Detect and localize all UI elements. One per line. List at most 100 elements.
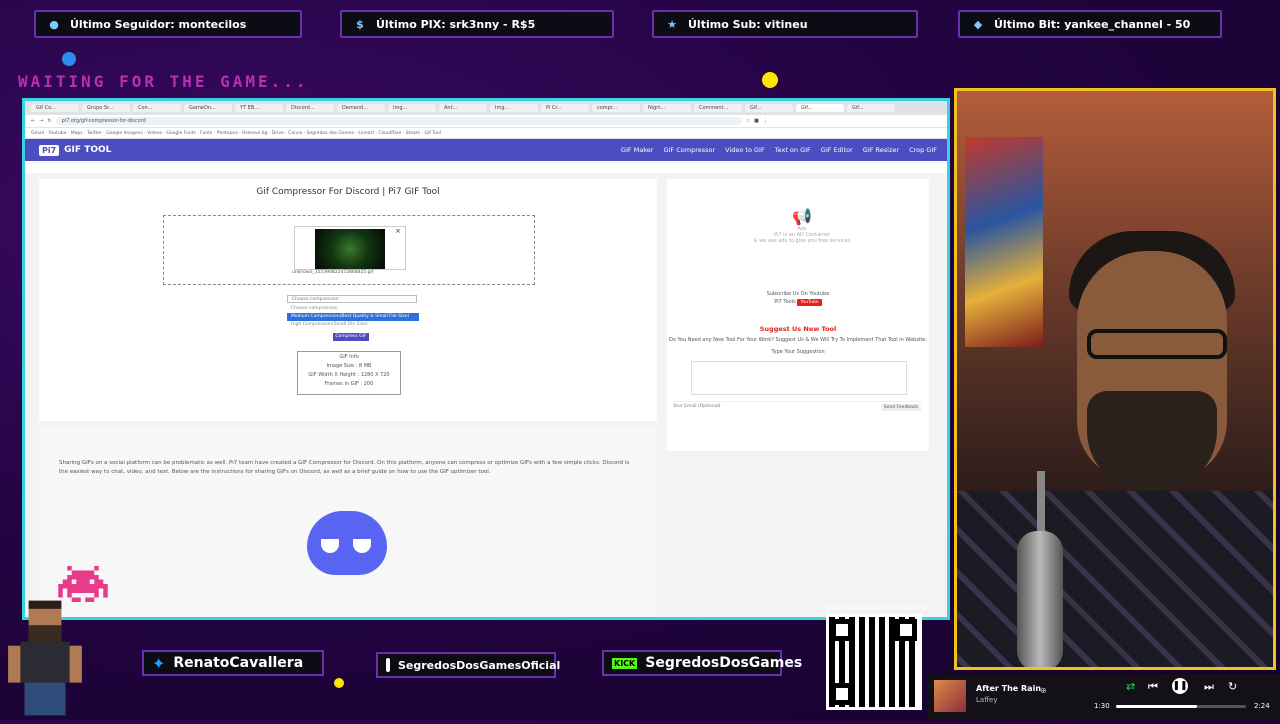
address-bar[interactable]: pi7.org/gif-compressor-for-discord — [55, 117, 742, 125]
megaphone-icon: 📢 — [792, 207, 812, 226]
browser-tab[interactable]: Nigrt... — [643, 104, 691, 112]
gif-thumbnail — [315, 229, 385, 269]
browser-tab[interactable]: Gif... — [745, 104, 793, 112]
elapsed-time: 1:30 — [1094, 702, 1110, 710]
instagram-icon — [386, 658, 390, 672]
track-artist: Laffey — [976, 696, 998, 704]
reload-icon[interactable]: ↻ — [47, 118, 51, 124]
pixel-avatar — [4, 596, 86, 720]
twitter-icon: ✦ — [152, 653, 166, 673]
browser-tab[interactable]: Comment... — [694, 104, 742, 112]
qr-finder — [831, 619, 853, 641]
streamer-shirt — [957, 491, 1273, 667]
dropdown-option-selected[interactable]: Medium Compression(Best Quality & Small … — [287, 313, 419, 321]
nav-link[interactable]: Crop GIF — [909, 146, 937, 154]
repeat-icon[interactable]: ↻ — [1228, 680, 1237, 693]
progress-fill — [1116, 705, 1197, 708]
browser-tab[interactable]: compr... — [592, 104, 640, 112]
blue-dot-decoration — [62, 52, 76, 66]
browser-tab[interactable]: YT EB... — [235, 104, 283, 112]
gif-info-frames: Frames in GIF : 200 — [324, 381, 374, 387]
diamond-icon: ◆ — [973, 17, 983, 31]
nav-link[interactable]: GIF Compressor — [663, 146, 715, 154]
alert-last-follower: ● Último Seguidor: montecilos — [34, 10, 302, 38]
nav-links: GIF Maker GIF Compressor Video to GIF Text … — [621, 146, 937, 154]
nav-link[interactable]: GIF Maker — [621, 146, 654, 154]
discord-eye-left — [321, 539, 339, 553]
suggestion-textarea[interactable] — [691, 361, 907, 395]
twitter-badge: ✦ RenatoCavallera — [142, 650, 324, 676]
alert-sub-text: Último Sub: vitineu — [688, 17, 808, 31]
send-feedback-button[interactable]: Send Feedback — [880, 404, 921, 411]
upload-dropzone[interactable]: × unknown_155390822472868825.gif — [163, 215, 535, 285]
extensions-icon[interactable]: ■ — [754, 118, 759, 124]
browser-tab[interactable]: Gif Co... — [31, 104, 79, 112]
sidebar-card: 📢 Ads Pi7 is an AD Container & we use ad… — [667, 179, 929, 451]
shuffle-icon[interactable]: ⇄ — [1126, 680, 1135, 693]
compress-button[interactable]: Compress GIF — [333, 333, 369, 341]
suggest-title: Suggest Us New Tool — [759, 325, 837, 333]
next-icon[interactable]: ⏭ — [1204, 680, 1214, 694]
back-icon[interactable]: ← — [31, 118, 35, 124]
user-icon: ● — [49, 17, 59, 31]
twitter-handle: RenatoCavallera — [173, 655, 304, 671]
browser-tab[interactable]: Grupo Sr... — [82, 104, 130, 112]
browser-tab[interactable]: Img... — [490, 104, 538, 112]
yellow-dot-decoration — [762, 72, 778, 88]
youtube-button[interactable]: YouTube — [797, 299, 822, 306]
music-player: After The Rain Laffey ⊕ ⇄ ⏮ ❚❚ ⏭ ↻ 1:30 … — [928, 674, 1280, 720]
logo-text: GIF TOOL — [64, 145, 112, 155]
menu-icon[interactable]: ⋮ — [763, 118, 768, 124]
dropdown-option[interactable]: Choose compression — [287, 305, 419, 313]
browser-tab[interactable]: Con... — [133, 104, 181, 112]
article-text: Sharing GIFs on a social platform can be… — [59, 460, 630, 475]
progress-bar[interactable] — [1116, 705, 1246, 708]
kick-badge: KICK SegredosDosGames — [602, 650, 802, 676]
compression-select[interactable]: Choose compression — [287, 295, 417, 303]
alert-bit-text: Último Bit: yankee_channel - 50 — [994, 17, 1191, 31]
address-row: ← → ↻ pi7.org/gif-compressor-for-discord… — [25, 115, 947, 128]
browser-tab[interactable]: Pi Cr... — [541, 104, 589, 112]
add-icon[interactable]: ⊕ — [1040, 686, 1047, 695]
file-name: unknown_155390822472868825.gif — [292, 270, 374, 275]
alert-last-sub: ★ Último Sub: vitineu — [652, 10, 918, 38]
browser-tab[interactable]: Demand... — [337, 104, 385, 112]
yellow-dot-decoration — [334, 678, 344, 688]
nav-link[interactable]: Text on GIF — [775, 146, 811, 154]
browser-tab[interactable]: GameOn... — [184, 104, 232, 112]
browser-tab[interactable]: Ant... — [439, 104, 487, 112]
site-logo[interactable]: Pi7 GIF TOOL — [39, 144, 112, 156]
nav-link[interactable]: Video to GIF — [725, 146, 765, 154]
browser-tab[interactable]: Gif... — [847, 104, 895, 112]
streamer-glasses — [1087, 329, 1227, 359]
bookmarks-bar[interactable]: Gmail · Youtube · Maps · Twitter · Googl… — [25, 128, 947, 139]
site-navbar: Pi7 GIF TOOL GIF Maker GIF Compressor Vide… — [25, 139, 947, 161]
suggest-text: Do You Need any New Tool For Your Work? … — [669, 337, 927, 343]
alert-last-bit: ◆ Último Bit: yankee_channel - 50 — [958, 10, 1222, 38]
waiting-banner: WAITING FOR THE GAME... — [18, 72, 309, 91]
email-input[interactable]: Your Email (Optional) — [673, 404, 721, 409]
nav-link[interactable]: GIF Editor — [821, 146, 853, 154]
dropdown-option[interactable]: High Compression(Small File Size) — [287, 321, 419, 329]
browser-tab[interactable]: Gif... — [796, 104, 844, 112]
discord-eye-right — [353, 539, 371, 553]
bookmark-star-icon[interactable]: ☆ — [746, 118, 750, 124]
compression-dropdown-list: Choose compression Medium Compression(Be… — [287, 305, 419, 329]
pause-icon[interactable]: ❚❚ — [1172, 678, 1188, 694]
gif-preview-box: × — [294, 226, 406, 270]
nav-link[interactable]: GIF Resizer — [863, 146, 899, 154]
ad-placeholder: 📢 Ads Pi7 is an AD Container & we use ad… — [747, 207, 857, 267]
remove-file-icon[interactable]: × — [395, 227, 401, 235]
browser-tab[interactable]: Discord... — [286, 104, 334, 112]
previous-icon[interactable]: ⏮ — [1148, 680, 1158, 694]
alert-follower-text: Último Seguidor: montecilos — [70, 17, 247, 31]
email-row: Your Email (Optional) Send Feedback — [673, 401, 923, 414]
wall-poster — [965, 137, 1043, 347]
browser-tab[interactable]: Img... — [388, 104, 436, 112]
instagram-handle: SegredosDosGamesOficial — [398, 658, 561, 672]
star-icon: ★ — [667, 17, 677, 31]
forward-icon[interactable]: → — [39, 118, 43, 124]
livepix-link: livepix.gg/segredosdosgames — [826, 603, 931, 611]
youtube-channel-row: Pi7 Tools YouTube — [667, 299, 929, 306]
logo-badge: Pi7 — [39, 144, 60, 156]
